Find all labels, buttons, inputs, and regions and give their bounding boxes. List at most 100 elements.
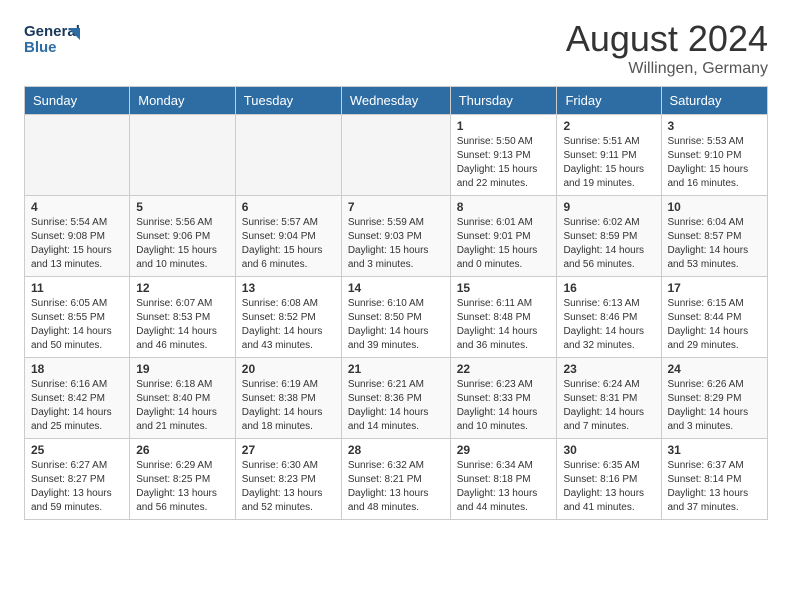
day-number: 22 <box>457 362 551 376</box>
calendar-cell: 22 Sunrise: 6:23 AMSunset: 8:33 PMDayligh… <box>450 358 557 439</box>
day-info: Sunrise: 6:01 AMSunset: 9:01 PMDaylight:… <box>457 216 551 272</box>
logo: GeneralBlue <box>24 18 84 58</box>
calendar-cell <box>25 115 130 196</box>
calendar-cell: 19 Sunrise: 6:18 AMSunset: 8:40 PMDayligh… <box>130 358 236 439</box>
day-number: 11 <box>31 281 123 295</box>
calendar-cell: 30 Sunrise: 6:35 AMSunset: 8:16 PMDayligh… <box>557 439 661 520</box>
calendar-cell <box>130 115 236 196</box>
day-info: Sunrise: 5:56 AMSunset: 9:06 PMDaylight:… <box>136 216 229 272</box>
day-number: 21 <box>348 362 444 376</box>
day-number: 20 <box>242 362 335 376</box>
calendar-week-1: 4Sunrise: 5:54 AMSunset: 9:08 PMDaylight… <box>25 196 768 277</box>
col-header-saturday: Saturday <box>661 87 768 115</box>
day-info: Sunrise: 6:32 AMSunset: 8:21 PMDaylight:… <box>348 459 444 515</box>
svg-text:Blue: Blue <box>24 39 57 56</box>
day-info: Sunrise: 6:11 AMSunset: 8:48 PMDaylight:… <box>457 297 551 353</box>
day-info: Sunrise: 5:59 AMSunset: 9:03 PMDaylight:… <box>348 216 444 272</box>
calendar-cell: 14 Sunrise: 6:10 AMSunset: 8:50 PMDayligh… <box>341 277 450 358</box>
calendar-header-row: SundayMondayTuesdayWednesdayThursdayFrid… <box>25 87 768 115</box>
day-number: 14 <box>348 281 444 295</box>
day-info: Sunrise: 6:04 AMSunset: 8:57 PMDaylight:… <box>668 216 762 272</box>
calendar-cell: 23 Sunrise: 6:24 AMSunset: 8:31 PMDayligh… <box>557 358 661 439</box>
day-info: Sunrise: 5:53 AMSunset: 9:10 PMDaylight:… <box>668 135 762 191</box>
day-info: Sunrise: 5:51 AMSunset: 9:11 PMDaylight:… <box>563 135 654 191</box>
calendar-wrapper: SundayMondayTuesdayWednesdayThursdayFrid… <box>0 86 792 532</box>
day-info: Sunrise: 6:27 AMSunset: 8:27 PMDaylight:… <box>31 459 123 515</box>
day-info: Sunrise: 6:18 AMSunset: 8:40 PMDaylight:… <box>136 378 229 434</box>
day-info: Sunrise: 6:16 AMSunset: 8:42 PMDaylight:… <box>31 378 123 434</box>
col-header-thursday: Thursday <box>450 87 557 115</box>
day-number: 8 <box>457 200 551 214</box>
calendar-week-3: 18 Sunrise: 6:16 AMSunset: 8:42 PMDayligh… <box>25 358 768 439</box>
location-subtitle: Willingen, Germany <box>566 60 768 78</box>
calendar-week-4: 25 Sunrise: 6:27 AMSunset: 8:27 PMDayligh… <box>25 439 768 520</box>
day-info: Sunrise: 6:26 AMSunset: 8:29 PMDaylight:… <box>668 378 762 434</box>
calendar-cell: 2 Sunrise: 5:51 AMSunset: 9:11 PMDaylight… <box>557 115 661 196</box>
calendar-cell: 21 Sunrise: 6:21 AMSunset: 8:36 PMDayligh… <box>341 358 450 439</box>
calendar-cell: 28 Sunrise: 6:32 AMSunset: 8:21 PMDayligh… <box>341 439 450 520</box>
calendar-cell: 24 Sunrise: 6:26 AMSunset: 8:29 PMDayligh… <box>661 358 768 439</box>
day-number: 15 <box>457 281 551 295</box>
day-number: 12 <box>136 281 229 295</box>
col-header-monday: Monday <box>130 87 236 115</box>
day-number: 3 <box>668 119 762 133</box>
day-number: 7 <box>348 200 444 214</box>
day-number: 9 <box>563 200 654 214</box>
day-number: 5 <box>136 200 229 214</box>
day-number: 29 <box>457 443 551 457</box>
day-info: Sunrise: 6:24 AMSunset: 8:31 PMDaylight:… <box>563 378 654 434</box>
day-info: Sunrise: 6:05 AMSunset: 8:55 PMDaylight:… <box>31 297 123 353</box>
calendar-cell <box>341 115 450 196</box>
page-header: GeneralBlue August 2024 Willingen, Germa… <box>0 0 792 86</box>
calendar-cell: 13 Sunrise: 6:08 AMSunset: 8:52 PMDayligh… <box>235 277 341 358</box>
day-number: 18 <box>31 362 123 376</box>
day-number: 10 <box>668 200 762 214</box>
day-number: 31 <box>668 443 762 457</box>
day-info: Sunrise: 5:54 AMSunset: 9:08 PMDaylight:… <box>31 216 123 272</box>
day-number: 23 <box>563 362 654 376</box>
calendar-cell: 10 Sunrise: 6:04 AMSunset: 8:57 PMDayligh… <box>661 196 768 277</box>
day-number: 26 <box>136 443 229 457</box>
calendar-cell <box>235 115 341 196</box>
day-info: Sunrise: 6:15 AMSunset: 8:44 PMDaylight:… <box>668 297 762 353</box>
day-info: Sunrise: 6:07 AMSunset: 8:53 PMDaylight:… <box>136 297 229 353</box>
calendar-cell: 25 Sunrise: 6:27 AMSunset: 8:27 PMDayligh… <box>25 439 130 520</box>
calendar-cell: 6Sunrise: 5:57 AMSunset: 9:04 PMDaylight… <box>235 196 341 277</box>
calendar-week-0: 1 Sunrise: 5:50 AMSunset: 9:13 PMDaylight… <box>25 115 768 196</box>
day-number: 24 <box>668 362 762 376</box>
day-info: Sunrise: 6:29 AMSunset: 8:25 PMDaylight:… <box>136 459 229 515</box>
calendar-cell: 4Sunrise: 5:54 AMSunset: 9:08 PMDaylight… <box>25 196 130 277</box>
calendar-cell: 12 Sunrise: 6:07 AMSunset: 8:53 PMDayligh… <box>130 277 236 358</box>
day-info: Sunrise: 6:10 AMSunset: 8:50 PMDaylight:… <box>348 297 444 353</box>
calendar-cell: 26 Sunrise: 6:29 AMSunset: 8:25 PMDayligh… <box>130 439 236 520</box>
day-number: 16 <box>563 281 654 295</box>
day-number: 30 <box>563 443 654 457</box>
day-info: Sunrise: 6:23 AMSunset: 8:33 PMDaylight:… <box>457 378 551 434</box>
day-info: Sunrise: 6:21 AMSunset: 8:36 PMDaylight:… <box>348 378 444 434</box>
day-info: Sunrise: 5:50 AMSunset: 9:13 PMDaylight:… <box>457 135 551 191</box>
day-number: 1 <box>457 119 551 133</box>
day-info: Sunrise: 6:19 AMSunset: 8:38 PMDaylight:… <box>242 378 335 434</box>
col-header-wednesday: Wednesday <box>341 87 450 115</box>
logo-svg: GeneralBlue <box>24 18 84 58</box>
day-info: Sunrise: 6:13 AMSunset: 8:46 PMDaylight:… <box>563 297 654 353</box>
day-number: 6 <box>242 200 335 214</box>
day-info: Sunrise: 6:08 AMSunset: 8:52 PMDaylight:… <box>242 297 335 353</box>
day-number: 13 <box>242 281 335 295</box>
calendar-week-2: 11 Sunrise: 6:05 AMSunset: 8:55 PMDayligh… <box>25 277 768 358</box>
day-number: 19 <box>136 362 229 376</box>
day-number: 25 <box>31 443 123 457</box>
calendar-cell: 3 Sunrise: 5:53 AMSunset: 9:10 PMDaylight… <box>661 115 768 196</box>
day-info: Sunrise: 6:02 AMSunset: 8:59 PMDaylight:… <box>563 216 654 272</box>
calendar-cell: 27Sunrise: 6:30 AMSunset: 8:23 PMDayligh… <box>235 439 341 520</box>
calendar-cell: 9 Sunrise: 6:02 AMSunset: 8:59 PMDaylight… <box>557 196 661 277</box>
calendar-cell: 8 Sunrise: 6:01 AMSunset: 9:01 PMDaylight… <box>450 196 557 277</box>
day-info: Sunrise: 6:35 AMSunset: 8:16 PMDaylight:… <box>563 459 654 515</box>
day-number: 2 <box>563 119 654 133</box>
day-number: 17 <box>668 281 762 295</box>
calendar-cell: 31Sunrise: 6:37 AMSunset: 8:14 PMDayligh… <box>661 439 768 520</box>
svg-text:General: General <box>24 23 80 40</box>
day-number: 28 <box>348 443 444 457</box>
calendar-cell: 7 Sunrise: 5:59 AMSunset: 9:03 PMDaylight… <box>341 196 450 277</box>
day-number: 27 <box>242 443 335 457</box>
